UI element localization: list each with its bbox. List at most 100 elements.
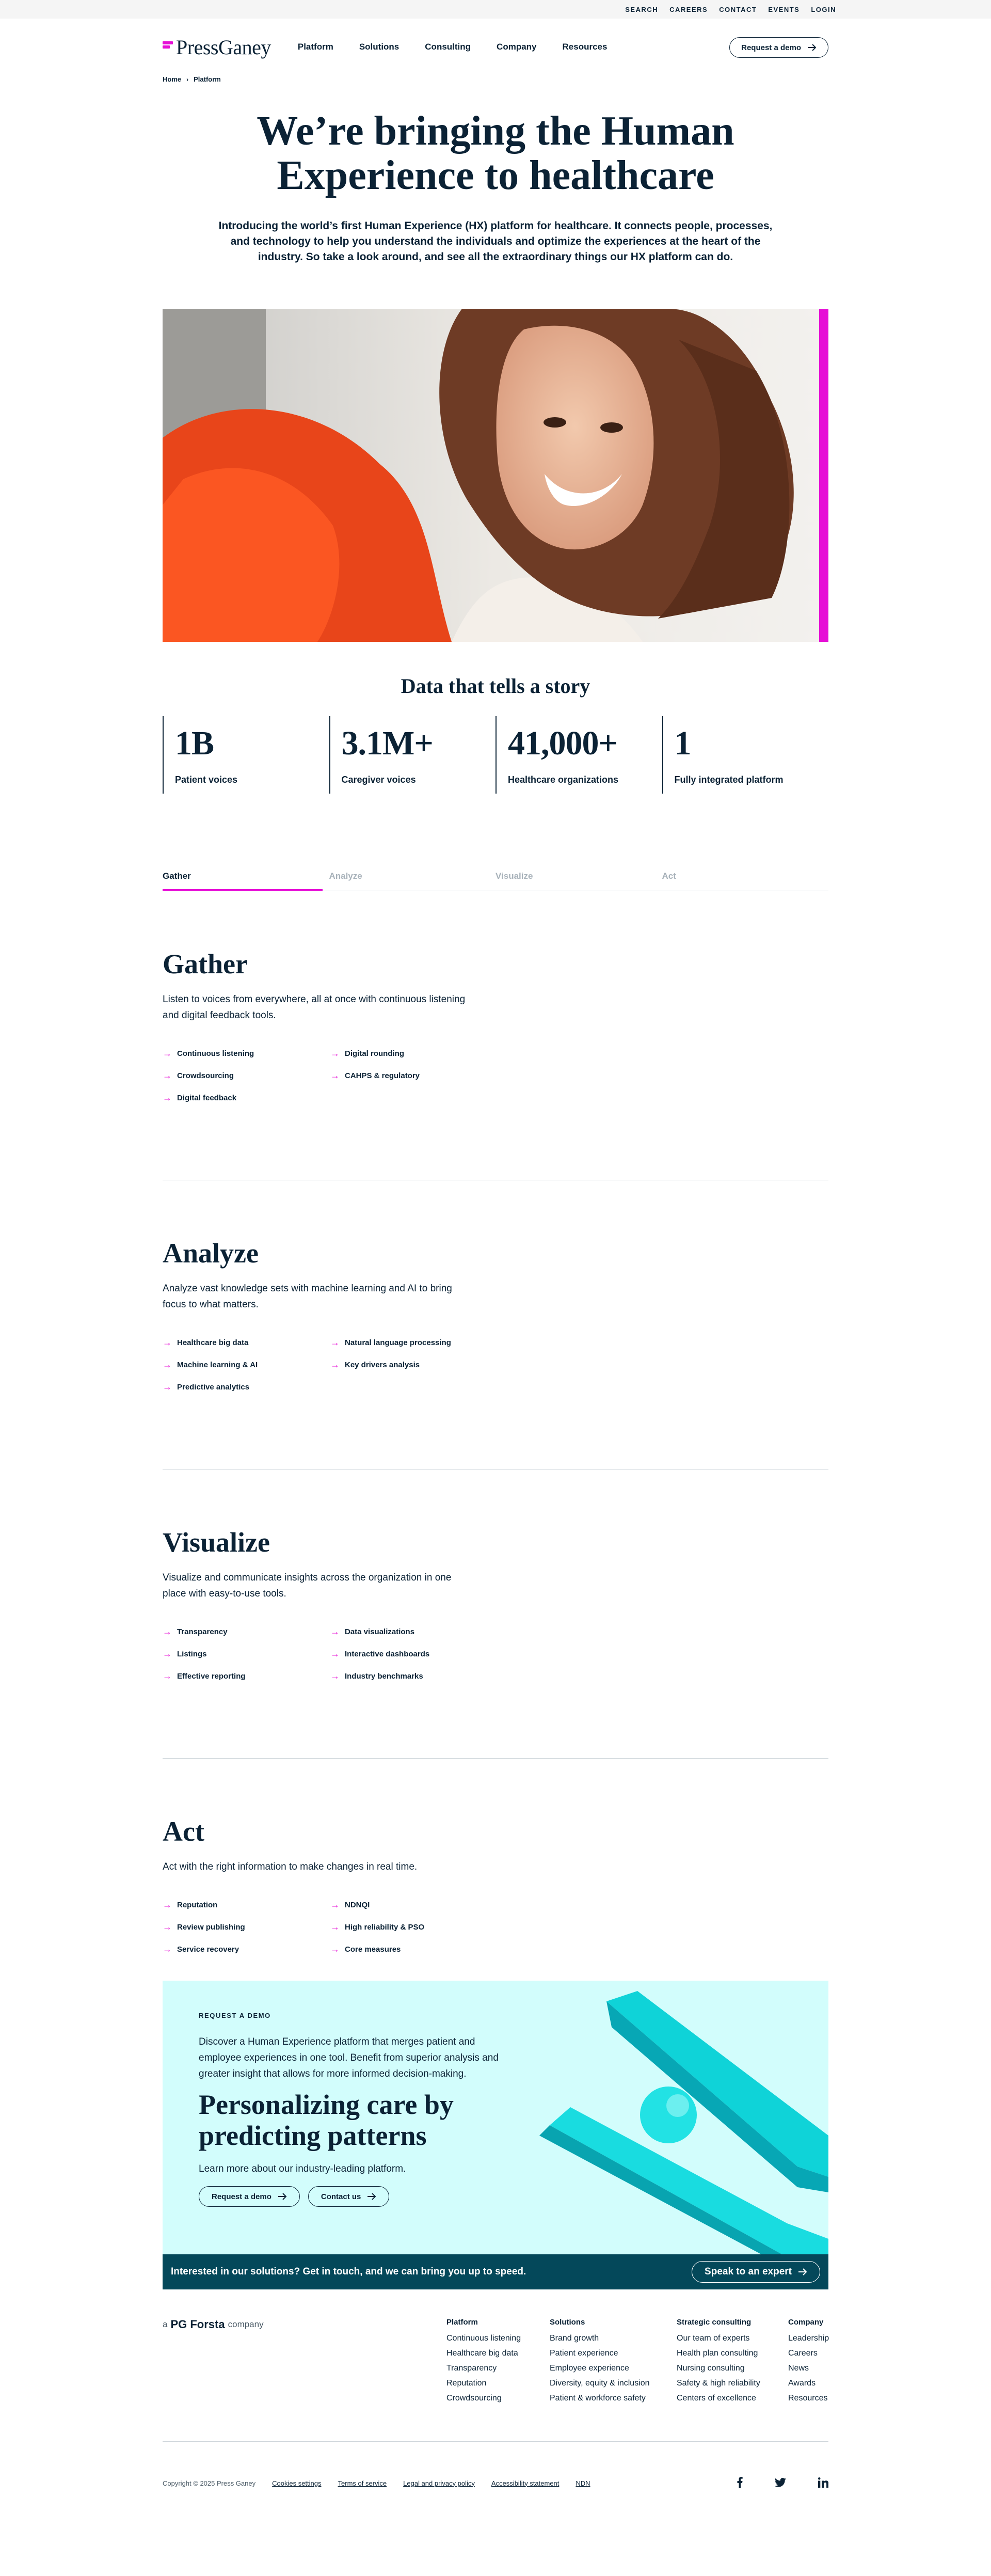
cta-contact-button[interactable]: Contact us bbox=[308, 2186, 390, 2207]
tab-analyze[interactable]: Analyze bbox=[329, 871, 496, 891]
arrow-right-icon: → bbox=[330, 1626, 340, 1637]
footer-link[interactable]: Continuous listening bbox=[446, 2334, 550, 2343]
feature-link[interactable]: → Core measures bbox=[330, 1944, 498, 1955]
arrow-right-icon: → bbox=[330, 1944, 340, 1954]
tab-act[interactable]: Act bbox=[662, 871, 829, 891]
section-title: Analyze bbox=[163, 1238, 259, 1269]
footer-link[interactable]: Centers of excellence bbox=[677, 2394, 788, 2403]
breadcrumb-home[interactable]: Home bbox=[163, 75, 181, 83]
speak-to-expert-button[interactable]: Speak to an expert bbox=[692, 2261, 820, 2283]
utility-search-link[interactable]: SEARCH bbox=[625, 6, 658, 13]
feature-link[interactable]: → High reliability & PSO bbox=[330, 1922, 498, 1933]
arrow-right-icon: → bbox=[330, 1048, 340, 1058]
nav-company[interactable]: Company bbox=[497, 42, 536, 52]
footer-col-company: Company Leadership Careers News Awards R… bbox=[788, 2318, 829, 2409]
footer-col-solutions: Solutions Brand growth Patient experienc… bbox=[550, 2318, 677, 2409]
feature-link[interactable]: → Transparency bbox=[163, 1626, 330, 1637]
tab-visualize[interactable]: Visualize bbox=[496, 871, 662, 891]
accessibility-link[interactable]: Accessibility statement bbox=[491, 2479, 560, 2487]
section-title: Visualize bbox=[163, 1527, 270, 1558]
arrow-right-icon: → bbox=[163, 1922, 172, 1932]
facebook-icon[interactable] bbox=[737, 2476, 743, 2490]
feature-link[interactable]: → Industry benchmarks bbox=[330, 1671, 498, 1682]
footer-link[interactable]: Health plan consulting bbox=[677, 2349, 788, 2358]
footer-link[interactable]: Patient & workforce safety bbox=[550, 2394, 677, 2403]
utility-login-link[interactable]: LOGIN bbox=[811, 6, 836, 13]
footer-link[interactable]: Awards bbox=[788, 2379, 828, 2388]
footer-link[interactable]: Nursing consulting bbox=[677, 2364, 788, 2373]
request-demo-label: Request a demo bbox=[741, 43, 801, 52]
privacy-link[interactable]: Legal and privacy policy bbox=[403, 2479, 475, 2487]
hero-intro: Introducing the world’s first Human Expe… bbox=[218, 220, 773, 263]
stat-value: 1 bbox=[674, 724, 692, 762]
feature-label: Data visualizations bbox=[345, 1627, 415, 1636]
linkedin-icon[interactable] bbox=[818, 2477, 829, 2489]
footer-link[interactable]: Healthcare big data bbox=[446, 2349, 550, 2358]
abstract-3d-shapes-illustration bbox=[539, 1991, 828, 2254]
twitter-icon[interactable] bbox=[775, 2477, 786, 2489]
arrow-right-icon: → bbox=[330, 1337, 340, 1348]
footer-link[interactable]: Employee experience bbox=[550, 2364, 677, 2373]
feature-link[interactable]: → Crowdsourcing bbox=[163, 1070, 330, 1081]
feature-link[interactable]: → Natural language processing bbox=[330, 1337, 498, 1348]
footer-link[interactable]: News bbox=[788, 2364, 828, 2373]
footer-link[interactable]: Safety & high reliability bbox=[677, 2379, 788, 2388]
page-title: We’re bringing the Human Experience to h… bbox=[0, 109, 991, 198]
request-demo-button[interactable]: Request a demo bbox=[729, 37, 828, 58]
footer-link[interactable]: Reputation bbox=[446, 2379, 550, 2388]
brand-suffix: company bbox=[228, 2319, 264, 2329]
logo-mark-icon bbox=[163, 40, 173, 54]
feature-link[interactable]: → Continuous listening bbox=[163, 1048, 330, 1059]
feature-link[interactable]: → Review publishing bbox=[163, 1922, 330, 1933]
logo[interactable]: PressGaney bbox=[163, 35, 271, 59]
breadcrumb: Home › Platform bbox=[0, 75, 991, 83]
brand-name[interactable]: PG Forsta bbox=[170, 2318, 225, 2331]
feature-link[interactable]: → Reputation bbox=[163, 1900, 330, 1910]
ndn-link[interactable]: NDN bbox=[576, 2479, 590, 2487]
feature-link[interactable]: → Digital rounding bbox=[330, 1048, 498, 1059]
cta-lead: Discover a Human Experience platform tha… bbox=[199, 2036, 499, 2079]
nav-solutions[interactable]: Solutions bbox=[359, 42, 399, 52]
feature-link[interactable]: → Effective reporting bbox=[163, 1671, 330, 1682]
nav-resources[interactable]: Resources bbox=[563, 42, 608, 52]
footer-link[interactable]: Resources bbox=[788, 2394, 828, 2403]
feature-link[interactable]: → Machine learning & AI bbox=[163, 1360, 330, 1370]
stat-value: 3.1M+ bbox=[341, 724, 434, 762]
feature-link[interactable]: → Key drivers analysis bbox=[330, 1360, 498, 1370]
feature-link[interactable]: → CAHPS & regulatory bbox=[330, 1070, 498, 1081]
footer-link[interactable]: Diversity, equity & inclusion bbox=[550, 2379, 677, 2388]
cookies-settings-link[interactable]: Cookies settings bbox=[272, 2479, 321, 2487]
footer-link[interactable]: Brand growth bbox=[550, 2334, 677, 2343]
section-analyze: Analyze Analyze vast knowledge sets with… bbox=[163, 1180, 828, 1469]
utility-contact-link[interactable]: CONTACT bbox=[719, 6, 757, 13]
footer-link[interactable]: Crowdsourcing bbox=[446, 2394, 550, 2403]
terms-link[interactable]: Terms of service bbox=[338, 2479, 387, 2487]
utility-events-link[interactable]: EVENTS bbox=[768, 6, 800, 13]
footer-link[interactable]: Transparency bbox=[446, 2364, 550, 2373]
arrow-right-icon: → bbox=[163, 1093, 172, 1103]
footer-link[interactable]: Patient experience bbox=[550, 2349, 677, 2358]
stat-value: 41,000+ bbox=[508, 724, 618, 762]
utility-careers-link[interactable]: CAREERS bbox=[669, 6, 708, 13]
footer-link[interactable]: Leadership bbox=[788, 2334, 829, 2343]
feature-label: High reliability & PSO bbox=[345, 1923, 425, 1932]
nav-platform[interactable]: Platform bbox=[298, 42, 333, 52]
nav-consulting[interactable]: Consulting bbox=[425, 42, 471, 52]
footer-link[interactable]: Our team of experts bbox=[677, 2334, 788, 2343]
feature-link[interactable]: → NDNQI bbox=[330, 1900, 498, 1910]
section-description: Listen to voices from everywhere, all at… bbox=[163, 994, 466, 1021]
footer-link[interactable]: Careers bbox=[788, 2349, 828, 2358]
feature-link[interactable]: → Listings bbox=[163, 1649, 330, 1660]
feature-link[interactable]: → Interactive dashboards bbox=[330, 1649, 498, 1660]
cta-request-demo-button[interactable]: Request a demo bbox=[199, 2186, 300, 2207]
feature-label: Key drivers analysis bbox=[345, 1361, 420, 1369]
cta-kicker: REQUEST A DEMO bbox=[199, 2012, 271, 2019]
feature-link[interactable]: → Healthcare big data bbox=[163, 1337, 330, 1348]
utility-nav: SEARCH CAREERS CONTACT EVENTS LOGIN bbox=[0, 0, 991, 19]
feature-link[interactable]: → Predictive analytics bbox=[163, 1382, 330, 1393]
breadcrumb-current[interactable]: Platform bbox=[194, 75, 221, 83]
feature-link[interactable]: → Data visualizations bbox=[330, 1626, 498, 1637]
feature-link[interactable]: → Service recovery bbox=[163, 1944, 330, 1955]
tab-gather[interactable]: Gather bbox=[163, 871, 329, 891]
feature-link[interactable]: → Digital feedback bbox=[163, 1093, 330, 1103]
